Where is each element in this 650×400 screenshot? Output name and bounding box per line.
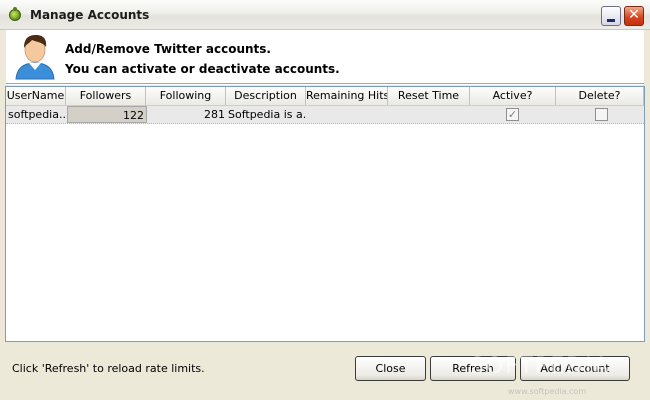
cell-reset-time (388, 106, 470, 123)
header-title-line2: You can activate or deactivate accounts. (65, 62, 340, 76)
refresh-button[interactable]: Refresh (430, 356, 516, 381)
table-header: UserName Followers Following Description… (6, 87, 644, 106)
softpedia-watermark-url: www.softpedia.com (508, 387, 587, 396)
status-hint: Click 'Refresh' to reload rate limits. (12, 362, 205, 375)
cell-remaining-hits (306, 106, 388, 123)
app-icon (9, 7, 21, 21)
manage-accounts-window: Manage Accounts ✕ Add/Remove Twitter acc… (0, 0, 650, 400)
close-window-button[interactable]: ✕ (624, 6, 644, 26)
title-bar[interactable]: Manage Accounts ✕ (0, 0, 650, 30)
cell-following[interactable]: 281 (147, 106, 227, 123)
header-title-line1: Add/Remove Twitter accounts. (65, 42, 271, 56)
column-header-reset-time[interactable]: Reset Time (388, 87, 470, 105)
delete-checkbox[interactable]: ✓ (595, 108, 608, 121)
column-header-following[interactable]: Following (146, 87, 226, 105)
cell-followers[interactable]: 122 (67, 106, 147, 123)
close-icon: ✕ (628, 7, 640, 23)
cell-description[interactable]: Softpedia is a... (226, 106, 306, 123)
table-row[interactable]: softpedia... 122 281 Softpedia is a... ✓… (6, 106, 644, 124)
cell-username[interactable]: softpedia... (6, 106, 66, 123)
column-header-username[interactable]: UserName (6, 87, 66, 105)
minimize-button[interactable] (601, 6, 621, 26)
window-title: Manage Accounts (30, 8, 150, 22)
user-avatar-icon (15, 35, 55, 80)
column-header-remaining-hits[interactable]: Remaining Hits (306, 87, 388, 105)
active-checkbox[interactable]: ✓ (506, 108, 519, 121)
close-button[interactable]: Close (355, 356, 426, 381)
header-panel: Add/Remove Twitter accounts. You can act… (6, 30, 644, 83)
minimize-icon (607, 19, 615, 22)
column-header-followers[interactable]: Followers (66, 87, 146, 105)
accounts-table[interactable]: UserName Followers Following Description… (5, 86, 645, 342)
header-divider (6, 83, 644, 85)
column-header-delete[interactable]: Delete? (556, 87, 644, 105)
column-header-description[interactable]: Description (226, 87, 306, 105)
column-header-active[interactable]: Active? (470, 87, 556, 105)
add-account-button[interactable]: Add Account (520, 356, 630, 381)
